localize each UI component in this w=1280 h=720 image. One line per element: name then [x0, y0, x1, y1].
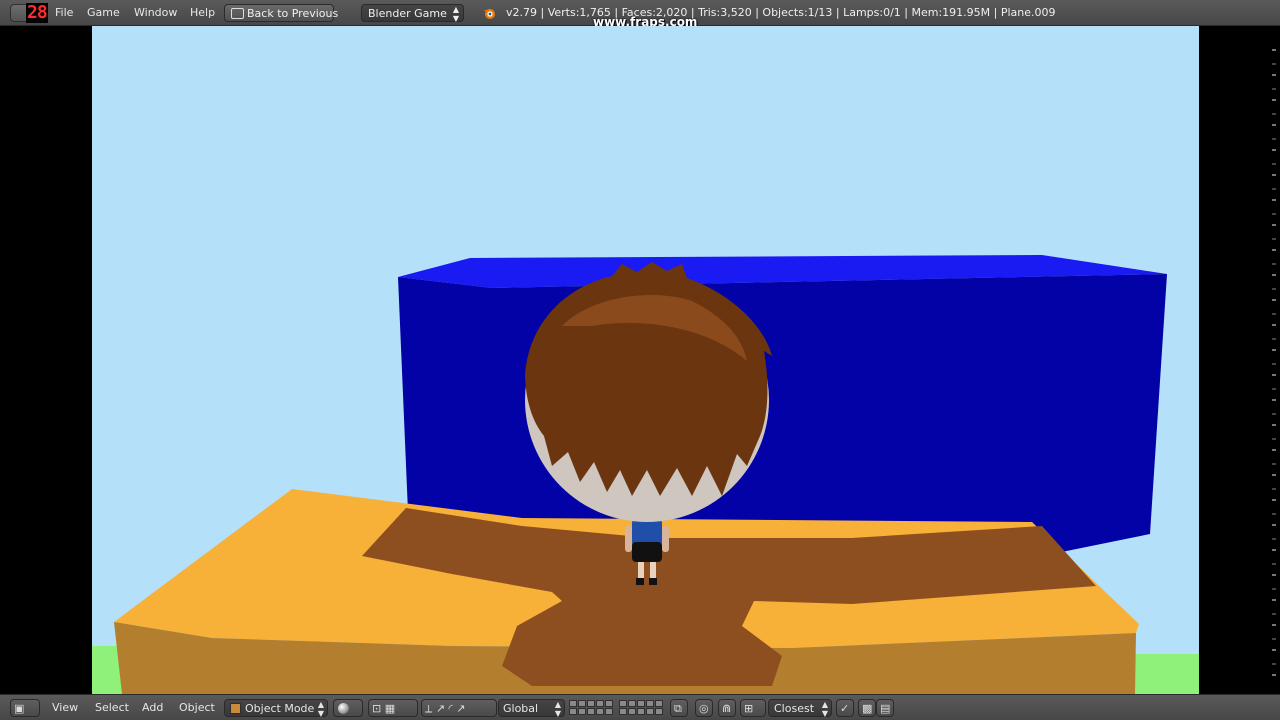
pivot-icon: ⊡ ▦: [372, 702, 396, 715]
layer-20[interactable]: [655, 708, 663, 715]
proportional-edit-button[interactable]: ◎: [695, 699, 713, 717]
layer-3[interactable]: [587, 700, 595, 707]
snap-magnet-icon: ⋒: [722, 702, 732, 715]
layer-9[interactable]: [646, 700, 654, 707]
snap-target-select[interactable]: Closest ▲ ▼: [768, 699, 832, 718]
viewport-shading-button[interactable]: [333, 699, 363, 717]
back-to-previous-label: Back to Previous: [247, 7, 339, 20]
layer-15[interactable]: [605, 708, 613, 715]
fraps-fps-counter: 28: [26, 2, 48, 23]
3d-view-header: ▣ View Select Add Object Object Mode ▲ ▼ …: [0, 694, 1280, 720]
right-letterbox: [1199, 26, 1280, 694]
menu-window[interactable]: Window: [134, 4, 177, 22]
capture-noise-strip: [1272, 40, 1276, 680]
character-leg-right: [650, 562, 656, 580]
transform-orientation-value: Global: [503, 702, 539, 715]
layer-16[interactable]: [619, 708, 627, 715]
interaction-mode-select[interactable]: Object Mode ▲ ▼: [224, 699, 328, 718]
layer-5[interactable]: [605, 700, 613, 707]
lock-icon: ⧉: [674, 702, 682, 715]
object-mode-cube-icon: [230, 703, 241, 714]
menu-file[interactable]: File: [55, 4, 73, 22]
back-to-previous-button[interactable]: Back to Previous: [224, 4, 338, 22]
menu-help[interactable]: Help: [190, 4, 215, 22]
pivot-point-button[interactable]: ⊡ ▦: [368, 699, 418, 717]
transform-manipulator-buttons[interactable]: ⟂ ↗ ◜ ↗: [421, 699, 497, 717]
snap-align-icon: ✓: [840, 702, 850, 715]
layer-6[interactable]: [619, 700, 627, 707]
menu-object[interactable]: Object: [179, 699, 215, 717]
solid-shading-icon: [338, 703, 349, 714]
updown-arrows-icon: ▲ ▼: [452, 5, 459, 23]
blue-wall-front: [398, 274, 1167, 556]
render-engine-select[interactable]: Blender Game ▲ ▼: [361, 4, 464, 23]
menu-add[interactable]: Add: [142, 699, 163, 717]
layer-11[interactable]: [569, 708, 577, 715]
snap-target-value: Closest: [774, 702, 815, 715]
green-ground-right: [1132, 654, 1199, 694]
layer-1[interactable]: [569, 700, 577, 707]
camera-icon: ▩: [862, 702, 873, 715]
editor-type-button[interactable]: ▣: [10, 699, 40, 717]
character-leg-left: [638, 562, 644, 580]
layer-12[interactable]: [578, 708, 586, 715]
character-shoe-left: [636, 578, 644, 585]
interaction-mode-value: Object Mode: [245, 702, 315, 715]
lock-camera-button[interactable]: ⧉: [670, 699, 688, 717]
menu-view[interactable]: View: [52, 699, 78, 717]
layer-7[interactable]: [628, 700, 636, 707]
snap-element-icon: ⊞: [744, 702, 754, 715]
character-shorts: [632, 542, 662, 562]
layer-13[interactable]: [587, 708, 595, 715]
screen-back-icon: [231, 8, 244, 19]
character-arm-right: [662, 526, 669, 552]
render-engine-value: Blender Game: [368, 7, 447, 20]
layer-8[interactable]: [637, 700, 645, 707]
character-shoe-right: [649, 578, 657, 585]
render-still-button[interactable]: ▩: [858, 699, 876, 717]
manipulator-icons: ⟂ ↗ ◜ ↗: [425, 702, 466, 715]
clapperboard-icon: ▤: [880, 702, 891, 715]
snap-toggle-button[interactable]: ⋒: [718, 699, 736, 717]
left-letterbox: [0, 26, 92, 694]
menu-select[interactable]: Select: [95, 699, 129, 717]
blender-logo-icon: [483, 9, 495, 19]
proportional-icon: ◎: [699, 702, 709, 715]
3d-viewport[interactable]: [92, 26, 1199, 694]
snap-align-button[interactable]: ✓: [836, 699, 854, 717]
layer-14[interactable]: [596, 708, 604, 715]
updown-arrows-icon: ▲ ▼: [317, 700, 324, 718]
updown-arrows-icon: ▲ ▼: [821, 700, 828, 718]
game-scene: [92, 255, 1199, 694]
3d-view-icon: ▣: [14, 702, 25, 715]
layer-17[interactable]: [628, 708, 636, 715]
scene-statistics: v2.79 | Verts:1,765 | Faces:2,020 | Tris…: [506, 6, 1056, 19]
render-animation-button[interactable]: ▤: [876, 699, 894, 717]
layer-18[interactable]: [637, 708, 645, 715]
transform-orientation-select[interactable]: Global ▲ ▼: [498, 699, 565, 718]
layer-19[interactable]: [646, 708, 654, 715]
character-torso: [632, 518, 662, 546]
snap-element-button[interactable]: ⊞: [740, 699, 766, 717]
layer-buttons[interactable]: [569, 699, 667, 717]
layer-10[interactable]: [655, 700, 663, 707]
character-arm-left: [625, 526, 632, 552]
updown-arrows-icon: ▲ ▼: [554, 700, 561, 718]
layer-4[interactable]: [596, 700, 604, 707]
menu-game[interactable]: Game: [87, 4, 120, 22]
layer-2[interactable]: [578, 700, 586, 707]
